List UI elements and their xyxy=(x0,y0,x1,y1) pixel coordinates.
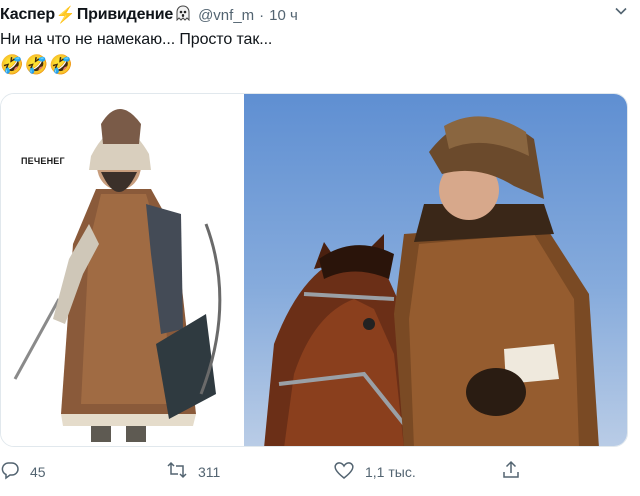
share-button[interactable] xyxy=(501,460,531,483)
rofl-emoji: 🤣 xyxy=(24,55,49,76)
bolt-emoji: ⚡ xyxy=(55,7,76,24)
tweet-emojis: 🤣 🤣 🤣 xyxy=(0,55,73,77)
like-count: 1,1 тыс. xyxy=(365,463,416,480)
ghost-icon xyxy=(176,4,190,26)
warrior-drawing xyxy=(13,109,222,442)
chevron-down-icon[interactable] xyxy=(614,4,628,23)
author-handle[interactable]: @vnf_m xyxy=(198,7,254,24)
retweet-icon xyxy=(166,460,198,483)
separator-dot: · xyxy=(259,6,265,24)
tweet-text: Ни на что не намекаю... Просто так... xyxy=(0,31,273,48)
tweet-timestamp[interactable]: 10 ч xyxy=(269,7,298,24)
pecheneg-illustration[interactable]: ПЕЧЕНЕГ xyxy=(1,94,244,446)
tweet-actions: 45 311 1,1 тыс. xyxy=(0,460,640,486)
rofl-emoji: 🤣 xyxy=(0,55,24,76)
reply-button[interactable]: 45 xyxy=(0,460,46,483)
rofl-emoji: 🤣 xyxy=(49,55,74,76)
tweet-header: Каспер ⚡ Привидение @vnf_m · 10 ч xyxy=(0,4,640,26)
author-name-suffix[interactable]: Привидение xyxy=(77,6,173,24)
retweet-count: 311 xyxy=(198,463,221,480)
tweet-media[interactable]: ПЕЧЕНЕГ xyxy=(0,93,628,447)
like-button[interactable]: 1,1 тыс. xyxy=(333,460,416,483)
reply-count: 45 xyxy=(30,463,46,480)
rider-photo[interactable] xyxy=(244,94,627,446)
like-icon xyxy=(333,460,365,483)
reply-icon xyxy=(0,460,30,483)
share-icon xyxy=(501,460,531,483)
author-name[interactable]: Каспер xyxy=(0,6,55,24)
rider-drawing xyxy=(264,116,599,446)
retweet-button[interactable]: 311 xyxy=(166,460,220,483)
